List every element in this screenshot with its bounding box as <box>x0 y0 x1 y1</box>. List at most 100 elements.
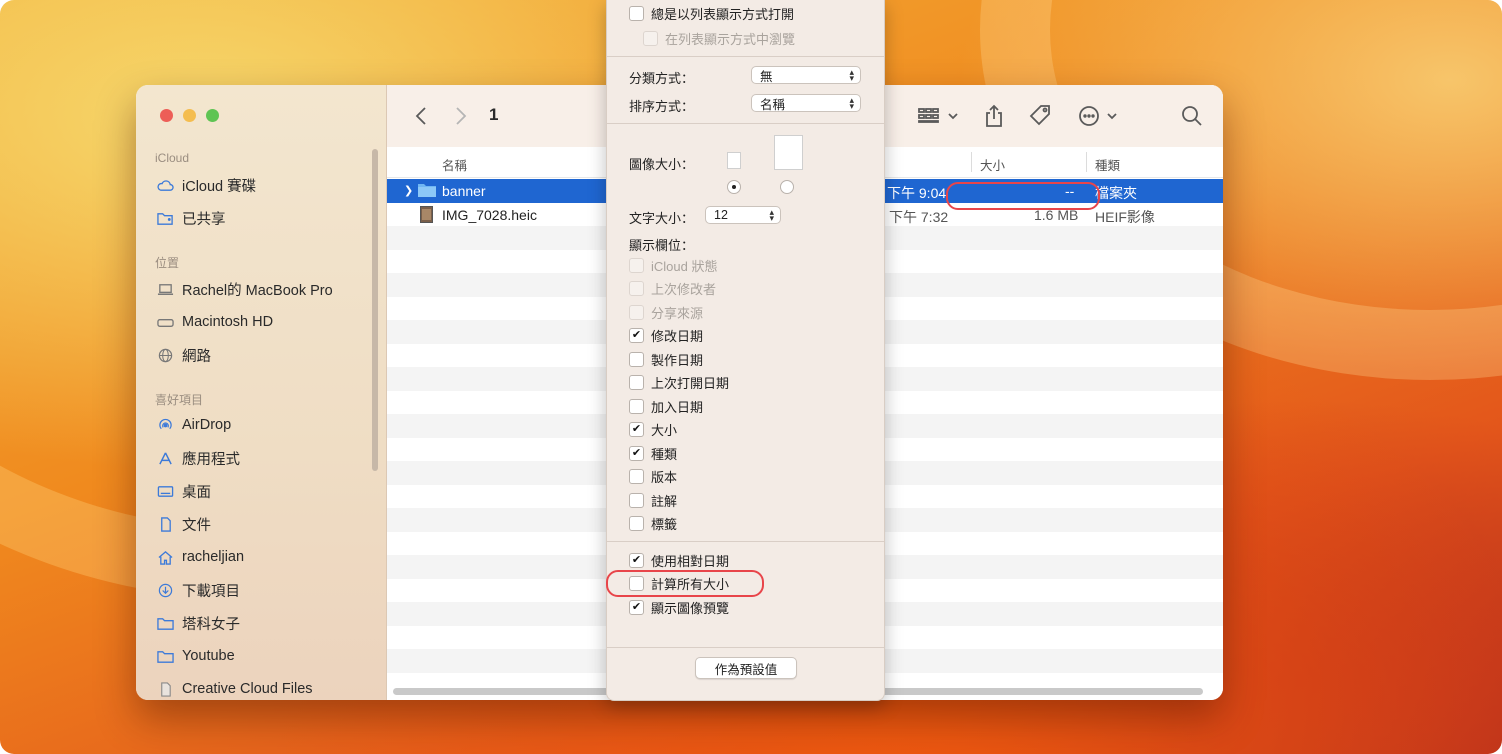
icon-size-small-radio[interactable] <box>727 180 741 194</box>
column-checkbox-tags[interactable]: 標籤 <box>629 514 677 532</box>
sidebar-item-airdrop[interactable]: AirDrop <box>156 413 231 437</box>
checkmark-icon[interactable]: ✔ <box>629 599 644 615</box>
applications-icon <box>156 450 174 466</box>
checkbox[interactable] <box>629 468 644 484</box>
disclosure-triangle-icon[interactable]: ❯ <box>404 184 413 197</box>
column-checkbox-comments[interactable]: 註解 <box>629 491 677 509</box>
sidebar-item-label: 文件 <box>182 517 211 534</box>
show-icon-preview-checkbox[interactable]: ✔ 顯示圖像預覽 <box>629 598 729 616</box>
sidebar-item-desktop[interactable]: 桌面 <box>156 479 211 503</box>
file-name: banner <box>442 183 486 199</box>
image-thumbnail-icon <box>420 205 433 223</box>
search-icon <box>1182 106 1202 126</box>
checkbox-label: 上次打開日期 <box>651 375 730 391</box>
checkbox-label: 在列表顯示方式中瀏覽 <box>665 31 796 47</box>
file-name: IMG_7028.heic <box>442 206 537 223</box>
icon-size-large-radio[interactable] <box>780 180 794 194</box>
sidebar-section-locations: 位置 <box>155 256 180 270</box>
ellipsis-circle-icon <box>1079 106 1117 126</box>
sidebar-item-label: AirDrop <box>182 417 232 433</box>
file-icon <box>156 681 174 697</box>
checkbox[interactable] <box>629 515 644 531</box>
zoom-button[interactable] <box>206 109 219 122</box>
file-date: 下午 7:32 <box>889 208 949 225</box>
column-name[interactable]: 名稱 <box>442 155 467 174</box>
checkmark-icon[interactable]: ✔ <box>629 421 644 437</box>
use-as-defaults-button[interactable]: 作為預設值 <box>695 657 797 679</box>
minimize-button[interactable] <box>183 109 196 122</box>
sidebar-item-macintosh-hd[interactable]: Macintosh HD <box>156 310 273 334</box>
select-value: 無 <box>760 69 773 84</box>
checkbox[interactable] <box>629 398 644 414</box>
sidebar-item-label: Creative Cloud Files <box>182 681 313 697</box>
sidebar-item-label: iCloud 賽碟 <box>182 178 257 195</box>
text-size-select[interactable]: 12 ▴ ▾ <box>705 206 781 224</box>
search-button[interactable] <box>1180 103 1204 129</box>
checkbox[interactable] <box>629 5 644 21</box>
group-by-label: 分類方式： <box>629 71 695 86</box>
file-date: 下午 9:04 <box>887 185 947 201</box>
checkbox-label: 分享來源 <box>651 305 704 321</box>
sort-by-select[interactable]: 名稱 ▴ ▾ <box>751 94 861 112</box>
sidebar-item-home[interactable]: racheljian <box>156 545 244 569</box>
sidebar-item-folder-1[interactable]: 塔科女子 <box>156 611 240 635</box>
sidebar-item-youtube[interactable]: Youtube <box>156 644 235 668</box>
home-icon <box>156 549 174 565</box>
divider <box>607 56 884 57</box>
column-divider[interactable] <box>1086 152 1087 172</box>
column-checkbox-date-modified[interactable]: ✔ 修改日期 <box>629 326 703 344</box>
back-button[interactable] <box>411 103 431 129</box>
column-checkbox-date-created[interactable]: 製作日期 <box>629 350 703 368</box>
checkbox[interactable] <box>629 374 644 390</box>
sort-by-label: 排序方式： <box>629 99 695 114</box>
close-button[interactable] <box>160 109 173 122</box>
checkbox[interactable] <box>629 492 644 508</box>
sidebar-item-creative-cloud[interactable]: Creative Cloud Files <box>156 677 313 700</box>
column-checkbox-kind[interactable]: ✔ 種類 <box>629 444 677 462</box>
view-mode-button[interactable] <box>917 103 961 129</box>
checkmark-icon[interactable]: ✔ <box>629 552 644 568</box>
column-size[interactable]: 大小 <box>980 155 1005 174</box>
divider <box>607 647 884 648</box>
sidebar-item-downloads[interactable]: 下載項目 <box>156 578 240 602</box>
sidebar-item-icloud-drive[interactable]: iCloud 賽碟 <box>156 173 256 197</box>
checkmark-icon[interactable]: ✔ <box>629 445 644 461</box>
checkbox-label: 使用相對日期 <box>651 553 730 569</box>
sidebar-item-network[interactable]: 網路 <box>156 343 211 367</box>
share-button[interactable] <box>983 103 1005 129</box>
sidebar-item-applications[interactable]: 應用程式 <box>156 446 240 470</box>
folder-icon <box>156 615 174 631</box>
column-checkbox-date-added[interactable]: 加入日期 <box>629 397 703 415</box>
column-checkbox-shared-by: 分享來源 <box>629 303 703 321</box>
tag-button[interactable] <box>1028 103 1052 129</box>
sidebar-item-label: Rachel的 MacBook Pro <box>182 282 333 299</box>
chevron-right-icon <box>456 107 467 125</box>
always-open-list-checkbox[interactable]: 總是以列表顯示方式打開 <box>629 4 794 22</box>
column-divider[interactable] <box>971 152 972 172</box>
checkbox-label: 上次修改者 <box>651 281 717 297</box>
sidebar-section-favorites: 喜好項目 <box>155 393 204 407</box>
more-actions-button[interactable] <box>1078 103 1122 129</box>
sidebar-scrollbar[interactable] <box>372 149 378 471</box>
column-checkbox-version[interactable]: 版本 <box>629 467 677 485</box>
column-checkbox-date-last-opened[interactable]: 上次打開日期 <box>629 373 729 391</box>
checkmark-icon[interactable]: ✔ <box>629 327 644 343</box>
laptop-icon <box>156 281 174 297</box>
group-by-select[interactable]: 無 ▴ ▾ <box>751 66 861 84</box>
column-checkbox-size[interactable]: ✔ 大小 <box>629 420 677 438</box>
checkbox[interactable] <box>629 351 644 367</box>
use-relative-dates-checkbox[interactable]: ✔ 使用相對日期 <box>629 551 729 569</box>
sidebar-item-label: racheljian <box>182 549 245 565</box>
sidebar-item-shared[interactable]: 已共享 <box>156 206 226 230</box>
cloud-icon <box>156 177 174 193</box>
up-down-chevron-icon: ▴ ▾ <box>849 67 854 83</box>
checkbox-label: iCloud 狀態 <box>651 258 718 274</box>
checkbox-label: 版本 <box>651 469 678 485</box>
sidebar-item-documents[interactable]: 文件 <box>156 512 211 536</box>
column-kind[interactable]: 種類 <box>1095 155 1120 174</box>
sidebar: iCloud iCloud 賽碟 已共享 位置 Rachel的 MacBook … <box>136 85 387 700</box>
sidebar-item-macbook[interactable]: Rachel的 MacBook Pro <box>156 277 333 301</box>
forward-button[interactable] <box>451 103 471 129</box>
document-icon <box>156 516 174 532</box>
checkbox <box>629 280 644 296</box>
